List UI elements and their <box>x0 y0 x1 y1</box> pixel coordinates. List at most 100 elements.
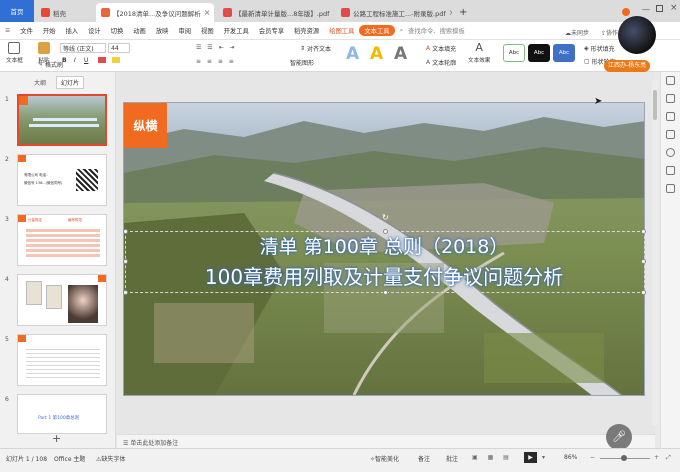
resize-handle[interactable] <box>641 290 646 295</box>
view-mode-icons[interactable]: ▣ ▦ ▤ <box>472 454 513 461</box>
textbox-button[interactable]: 文本框 <box>6 42 23 64</box>
italic-button[interactable]: I <box>74 57 76 64</box>
smart-graphic-button[interactable]: 智能图形 <box>290 58 314 67</box>
cloud-sync-status[interactable]: ☁未同步 <box>565 28 589 37</box>
maximize-icon[interactable] <box>656 5 663 12</box>
selection-icon[interactable] <box>666 112 675 121</box>
slide-thumbnail-2[interactable]: 有限公司 电话： 微信号 138...(微信同号) <box>17 154 107 206</box>
ribbon-tab-home[interactable]: 开始 <box>38 26 61 35</box>
slide-thumbnail-6[interactable]: Part 1 第100章总则 <box>17 394 107 434</box>
ribbon-tab-design[interactable]: 设计 <box>83 26 106 35</box>
resize-handle[interactable] <box>123 229 128 234</box>
ribbon-tab-docer-resources[interactable]: 稻壳资源 <box>289 26 324 35</box>
notes-pane[interactable]: ☰ 单击此处添加备注 <box>117 434 655 448</box>
text-effect-button[interactable]: A 文本效果 <box>468 42 490 65</box>
tab-pdf-1[interactable]: 【最新清单计量版...8年版】.pdf× <box>218 3 334 22</box>
slide-title-line-1[interactable]: 清单 第100章 总则（2018） <box>124 232 644 259</box>
scrollbar-thumb[interactable] <box>653 90 657 120</box>
add-slide-button[interactable]: + <box>52 432 61 445</box>
ribbon-tab-file[interactable]: 文件 <box>15 26 38 35</box>
align-text-button[interactable]: ⇕ 对齐文本 <box>300 44 331 53</box>
ribbon-tab-slideshow[interactable]: 放映 <box>151 26 174 35</box>
close-window-icon[interactable]: × <box>670 3 678 13</box>
share-button[interactable]: ⇪协作 <box>601 28 618 37</box>
missing-font-button[interactable]: ⚠缺失字体 <box>96 454 125 463</box>
slide-thumbnail-5[interactable] <box>17 334 107 386</box>
bold-button[interactable]: B <box>62 57 67 64</box>
font-color-icon[interactable] <box>98 57 106 63</box>
align-icon[interactable]: ≡ ≡ ≡ ≡ <box>196 58 236 65</box>
fit-window-icon[interactable]: ⤢ <box>666 454 671 462</box>
text-style-yellow-a[interactable]: A <box>370 44 383 64</box>
zoom-out-icon[interactable]: − <box>590 454 595 461</box>
properties-icon[interactable] <box>666 76 675 85</box>
close-icon[interactable]: × <box>449 8 452 17</box>
backup-icon[interactable] <box>666 166 675 175</box>
settings-icon[interactable] <box>666 94 675 103</box>
font-size-select[interactable]: 44 <box>108 43 130 53</box>
slide-thumbnail-4[interactable] <box>17 274 107 326</box>
close-icon[interactable]: × <box>204 8 211 17</box>
pane-tab-slides[interactable]: 幻灯片 <box>56 76 85 89</box>
ribbon-tab-insert[interactable]: 插入 <box>60 26 83 35</box>
play-slideshow-icon[interactable]: ▶ <box>524 452 537 463</box>
shape-fill-button[interactable]: ◈ 形状填充 <box>584 44 615 53</box>
slideshow-dropdown-icon[interactable]: ▾ <box>542 454 545 461</box>
highlight-icon[interactable] <box>112 57 120 63</box>
new-tab-button[interactable]: + <box>454 3 468 22</box>
animation-icon[interactable] <box>666 130 675 139</box>
ribbon-tab-text-tools[interactable]: 文本工具 <box>359 25 395 36</box>
ribbon-tab-developer[interactable]: 开发工具 <box>219 26 254 35</box>
shape-style-blue[interactable]: Abc <box>553 44 575 62</box>
resize-handle[interactable] <box>641 259 646 264</box>
tab-ppt-document[interactable]: 【2018清单...及争议问题解析 × <box>96 3 214 22</box>
zoom-level[interactable]: 86% <box>564 454 577 461</box>
slide-thumbnail-1[interactable] <box>17 94 107 146</box>
zoom-in-icon[interactable]: + <box>654 454 659 461</box>
text-style-blue-a[interactable]: A <box>346 44 359 64</box>
resize-handle[interactable] <box>641 229 646 234</box>
zoom-slider-thumb[interactable] <box>621 455 627 461</box>
right-side-toolbar <box>660 72 680 448</box>
close-icon[interactable]: × <box>332 8 334 17</box>
font-family-select[interactable]: 等线 (正文) <box>60 43 106 53</box>
text-fill-button[interactable]: A 文本填充 <box>426 44 456 53</box>
ribbon-tab-view[interactable]: 视图 <box>196 26 219 35</box>
vertical-scrollbar[interactable] <box>652 80 658 425</box>
notification-icon[interactable] <box>622 8 630 16</box>
ribbon-tab-animation[interactable]: 动画 <box>128 26 151 35</box>
theme-name[interactable]: Office 主题 <box>54 454 85 463</box>
text-style-gray-a[interactable]: A <box>394 44 407 64</box>
resize-handle[interactable] <box>123 259 128 264</box>
ribbon-tab-drawing-tools[interactable]: 绘图工具 <box>324 26 359 35</box>
underline-button[interactable]: U <box>84 57 88 64</box>
tab-home[interactable]: 首页 <box>0 0 34 22</box>
resize-handle[interactable] <box>123 290 128 295</box>
avatar[interactable] <box>618 16 656 54</box>
share-file-icon[interactable] <box>666 184 675 193</box>
ribbon-tab-transition[interactable]: 切换 <box>106 26 129 35</box>
tab-docer[interactable]: 稻壳 <box>36 3 92 22</box>
format-painter-button[interactable]: ✎ 格式刷 <box>38 60 63 69</box>
ribbon-tab-review[interactable]: 审阅 <box>173 26 196 35</box>
list-icon[interactable]: ☰ ☰ ⇤ ⇥ <box>196 44 237 51</box>
resize-handle[interactable] <box>383 290 388 295</box>
ribbon-tab-member[interactable]: 会员专享 <box>254 26 289 35</box>
help-icon[interactable] <box>666 148 675 157</box>
voice-input-icon[interactable]: 🎤︎ <box>606 424 632 450</box>
rotate-handle-icon[interactable]: ↻ <box>382 213 389 222</box>
comments-toggle[interactable]: 批注 <box>446 454 458 463</box>
tab-pdf-2[interactable]: 公路工程标准施工...-附录版.pdf× <box>336 3 452 22</box>
minimize-icon[interactable]: — <box>642 5 650 14</box>
resize-handle[interactable] <box>383 229 388 234</box>
pane-tab-outline[interactable]: 大纲 <box>34 78 46 87</box>
shape-style-white[interactable]: Abc <box>503 44 525 62</box>
ribbon-search-input[interactable]: 查找命令、搜索模板 <box>408 26 465 35</box>
notes-toggle[interactable]: 备注 <box>418 454 430 463</box>
menu-icon[interactable]: ≡ <box>0 27 15 34</box>
slide-title-line-2[interactable]: 100章费用列取及计量支付争议问题分析 <box>124 261 644 290</box>
shape-style-black[interactable]: Abc <box>528 44 550 62</box>
smart-beautify-button[interactable]: ✧智能美化 <box>370 454 399 463</box>
text-outline-button[interactable]: A 文本轮廓 <box>426 58 456 67</box>
slide-thumbnail-3[interactable]: 计量规定 编号规范 <box>17 214 107 266</box>
